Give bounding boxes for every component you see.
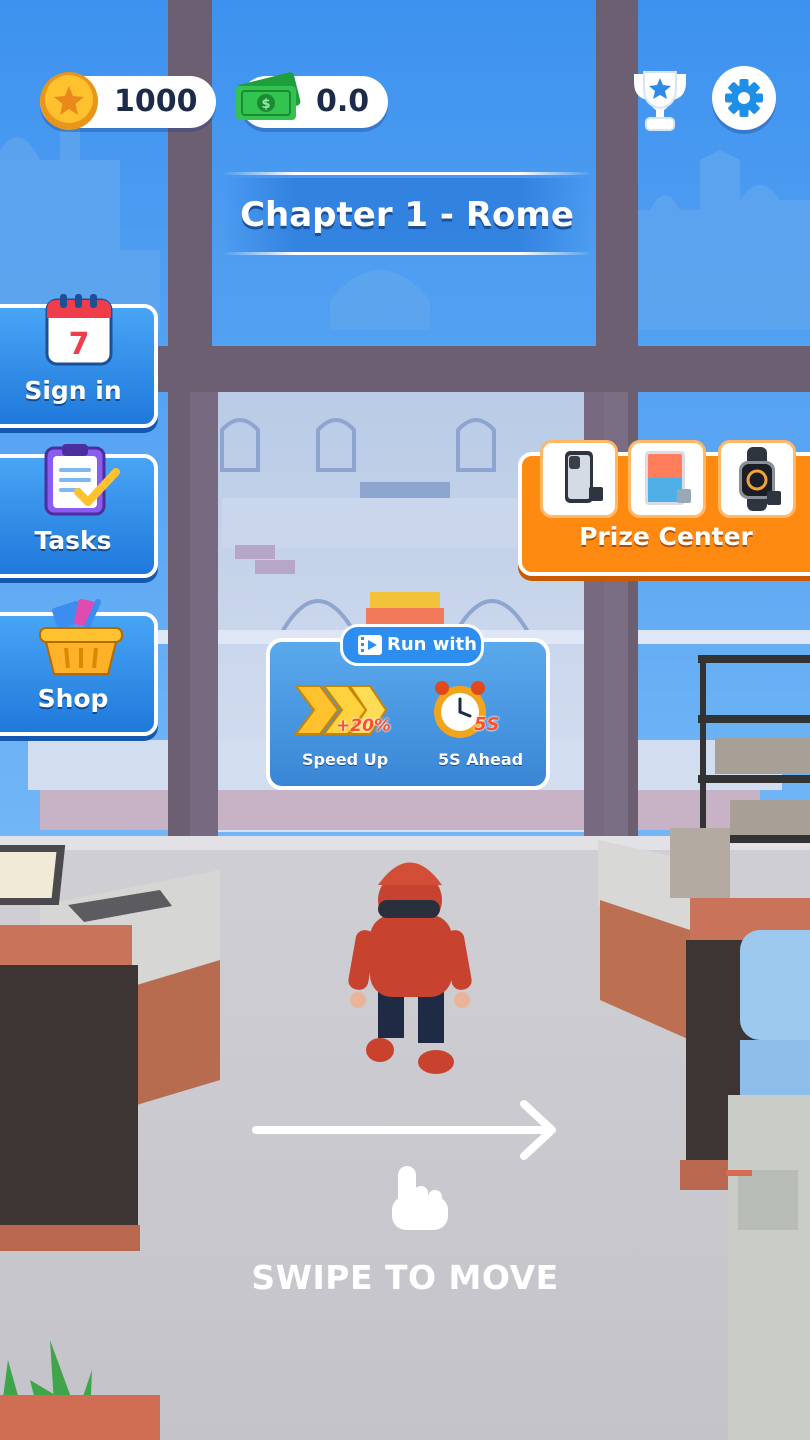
prize-tile-tablet [628,440,706,518]
trophy-icon [634,71,686,131]
cash-bundle-icon: $ [236,72,301,120]
gear-icon [725,79,763,117]
ahead-label: 5S Ahead [438,750,524,769]
star-coin-icon [40,72,98,130]
prize-center-label: Prize Center [579,522,753,551]
calendar-icon: 7 [45,294,113,366]
calendar-day: 7 [69,327,90,362]
prize-center-button[interactable]: Prize Center [518,440,810,576]
speed-up-label: Speed Up [302,750,389,769]
svg-text:$: $ [261,97,270,112]
cash-amount: 0.0 [316,84,370,119]
chapter-title: Chapter 1 - Rome [240,195,574,235]
cash-counter: $ 0.0 [236,72,388,128]
coin-amount: 1000 [114,84,198,119]
prize-tile-watch [718,440,796,518]
clipboard-checklist-icon [44,444,120,516]
ahead-badge: 5S [474,714,500,735]
coin-counter: 1000 [40,72,216,130]
leaderboard-button[interactable] [628,66,692,134]
shop-button[interactable]: Shop [0,598,158,736]
speed-badge: +20% [336,716,391,736]
tasks-button[interactable]: Tasks [0,444,158,578]
phone-prize-icon [565,451,603,503]
prize-tile-phone [540,440,618,518]
head-start-boost[interactable]: 5S 5S Ahead [426,676,536,776]
run-with-tag: Run with [340,624,484,666]
sign-in-label: Sign in [24,376,122,405]
tablet-prize-icon [645,451,691,505]
settings-button[interactable] [712,66,776,130]
chapter-banner: Chapter 1 - Rome [222,172,592,258]
speed-up-boost[interactable]: +20% Speed Up [290,678,400,778]
sign-in-button[interactable]: 7 Sign in [0,294,158,428]
smartwatch-prize-icon [739,447,781,511]
run-with-title: Run with [387,634,477,655]
tasks-label: Tasks [34,526,112,555]
swipe-instruction: SWIPE TO MOVE [251,1258,559,1297]
run-with-card: Run with +20% Speed Up 5S 5S Ahead [266,624,550,790]
shopping-basket-icon [39,598,123,675]
video-ad-icon [358,635,382,655]
shop-label: Shop [37,684,109,713]
